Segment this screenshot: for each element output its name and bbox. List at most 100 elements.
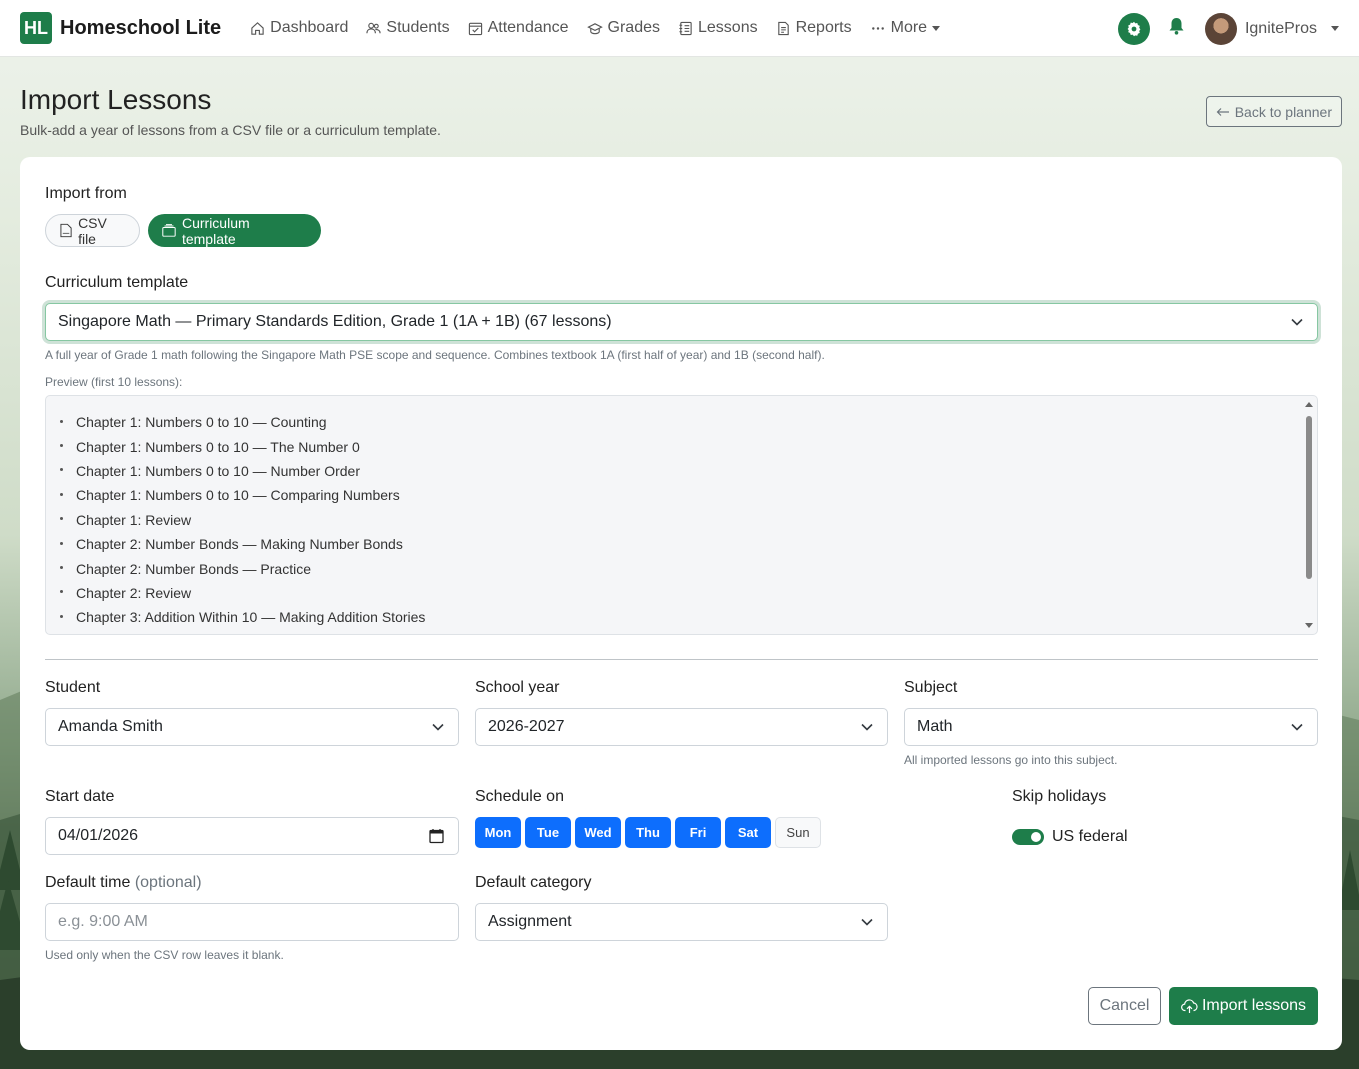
toggle-knob bbox=[1031, 832, 1041, 842]
bell-icon bbox=[1169, 18, 1184, 35]
three-dots-icon bbox=[871, 26, 884, 30]
list-item: Chapter 2: Number Bonds — Practice bbox=[60, 556, 425, 580]
brand-link[interactable]: HL Homeschool Lite bbox=[20, 12, 221, 44]
calendar-icon[interactable] bbox=[429, 828, 444, 844]
import-lessons-label: Import lessons bbox=[1201, 997, 1307, 1014]
default-category-label: Default category bbox=[475, 874, 592, 891]
preview-scrollbar[interactable] bbox=[1301, 396, 1317, 634]
default-category-select[interactable]: Assignment bbox=[475, 903, 888, 941]
student-select-value: Amanda Smith bbox=[58, 718, 163, 735]
schedule-label: Schedule on bbox=[475, 788, 564, 805]
file-text-icon bbox=[777, 21, 789, 35]
nav-links: Dashboard Students Attendance Grades Les… bbox=[241, 19, 949, 37]
section-divider bbox=[45, 659, 1318, 660]
day-toggle-sat[interactable]: Sat bbox=[725, 817, 771, 848]
template-label: Curriculum template bbox=[45, 274, 189, 291]
settings-button[interactable] bbox=[1117, 12, 1150, 45]
nav-item-label: Dashboard bbox=[270, 19, 349, 36]
nav-item-label: Lessons bbox=[698, 19, 758, 36]
list-item: Chapter 2: Number Bonds — Making Number … bbox=[60, 532, 425, 556]
brand-logo: HL bbox=[20, 12, 52, 44]
scroll-up-arrow[interactable] bbox=[1305, 402, 1313, 407]
day-toggle-wed[interactable]: Wed bbox=[575, 817, 621, 848]
start-date-value: 04/01/2026 bbox=[58, 827, 139, 844]
notifications-button[interactable] bbox=[1168, 17, 1185, 40]
holiday-toggle-label[interactable]: US federal bbox=[1052, 828, 1128, 846]
journal-icon bbox=[679, 21, 692, 35]
preview-label: Preview (first 10 lessons): bbox=[45, 375, 183, 389]
start-date-input[interactable]: 04/01/2026 bbox=[45, 817, 459, 855]
optional-hint: (optional) bbox=[134, 874, 202, 891]
subject-label: Subject bbox=[904, 679, 958, 696]
user-name[interactable]: IgnitePros bbox=[1245, 20, 1317, 38]
top-navbar: HL Homeschool Lite Dashboard Students At… bbox=[0, 0, 1359, 57]
template-select[interactable]: Singapore Math — Primary Standards Editi… bbox=[45, 303, 1318, 341]
preview-list: Chapter 1: Numbers 0 to 10 — Counting Ch… bbox=[60, 410, 425, 630]
nav-item-more[interactable]: More bbox=[870, 19, 941, 37]
source-csv-label: CSV file bbox=[78, 214, 107, 247]
nav-right: IgnitePros bbox=[1117, 0, 1339, 57]
people-icon bbox=[366, 22, 382, 33]
default-time-label: Default time (optional) bbox=[45, 874, 202, 891]
day-toggle-sun[interactable]: Sun bbox=[775, 817, 821, 848]
source-csv-option[interactable]: CSV file bbox=[45, 214, 140, 247]
nav-item-label: More bbox=[890, 19, 928, 36]
subject-select[interactable]: Math bbox=[904, 708, 1318, 746]
nav-item-grades[interactable]: Grades bbox=[586, 19, 660, 37]
nav-item-attendance[interactable]: Attendance bbox=[468, 19, 569, 37]
subject-help: All imported lessons go into this subjec… bbox=[904, 753, 1118, 767]
chevron-down-icon bbox=[861, 918, 873, 926]
avatar[interactable] bbox=[1204, 12, 1237, 45]
list-item: Chapter 1: Numbers 0 to 10 — Counting bbox=[60, 410, 425, 434]
chevron-down-icon bbox=[1291, 318, 1303, 326]
nav-item-students[interactable]: Students bbox=[366, 19, 450, 37]
brand-name: Homeschool Lite bbox=[60, 16, 222, 39]
collection-icon bbox=[162, 224, 176, 237]
scroll-thumb[interactable] bbox=[1306, 416, 1312, 579]
subject-select-value: Math bbox=[917, 718, 953, 735]
day-toggle-mon[interactable]: Mon bbox=[475, 817, 521, 848]
default-time-input[interactable]: e.g. 9:00 AM bbox=[45, 903, 459, 941]
file-csv-icon bbox=[60, 223, 72, 238]
page-title: Import Lessons bbox=[20, 84, 212, 115]
default-category-value: Assignment bbox=[488, 913, 572, 930]
template-select-value: Singapore Math — Primary Standards Editi… bbox=[58, 313, 612, 330]
holiday-toggle-switch[interactable] bbox=[1012, 829, 1044, 845]
school-year-select-value: 2026-2027 bbox=[488, 718, 565, 735]
user-menu-caret-icon[interactable] bbox=[1331, 26, 1339, 31]
arrow-left-icon bbox=[1216, 107, 1229, 116]
nav-item-dashboard[interactable]: Dashboard bbox=[250, 19, 348, 37]
day-toggle-tue[interactable]: Tue bbox=[525, 817, 571, 848]
source-template-label: Curriculum template bbox=[181, 214, 250, 247]
source-template-option[interactable]: Curriculum template bbox=[148, 214, 321, 247]
template-help: A full year of Grade 1 math following th… bbox=[45, 348, 825, 362]
student-select[interactable]: Amanda Smith bbox=[45, 708, 459, 746]
nav-item-label: Attendance bbox=[487, 19, 569, 36]
scroll-down-arrow[interactable] bbox=[1305, 623, 1313, 628]
import-lessons-button[interactable]: Import lessons bbox=[1169, 987, 1318, 1025]
cancel-button[interactable]: Cancel bbox=[1088, 987, 1161, 1025]
school-year-label: School year bbox=[475, 679, 560, 696]
house-icon bbox=[251, 21, 264, 35]
list-item: Chapter 1: Numbers 0 to 10 — Comparing N… bbox=[60, 483, 425, 507]
day-toggle-thu[interactable]: Thu bbox=[625, 817, 671, 848]
start-date-label: Start date bbox=[45, 788, 115, 805]
page-subtitle: Bulk-add a year of lessons from a CSV fi… bbox=[20, 122, 441, 138]
nav-item-label: Reports bbox=[795, 19, 852, 36]
back-to-planner-button[interactable]: Back to planner bbox=[1205, 96, 1342, 127]
calendar-check-icon bbox=[468, 22, 482, 35]
nav-item-label: Students bbox=[386, 19, 450, 36]
student-label: Student bbox=[45, 679, 101, 696]
nav-item-reports[interactable]: Reports bbox=[776, 19, 852, 37]
back-to-planner-label: Back to planner bbox=[1234, 103, 1332, 120]
list-item: Chapter 2: Review bbox=[60, 581, 425, 605]
nav-item-label: Grades bbox=[607, 19, 660, 36]
chevron-down-icon bbox=[432, 723, 444, 731]
default-time-help: Used only when the CSV row leaves it bla… bbox=[45, 948, 284, 962]
page-header: Import Lessons Bulk-add a year of lesson… bbox=[20, 84, 441, 138]
school-year-select[interactable]: 2026-2027 bbox=[475, 708, 888, 746]
nav-item-lessons[interactable]: Lessons bbox=[678, 19, 758, 37]
preview-list-box[interactable]: Chapter 1: Numbers 0 to 10 — Counting Ch… bbox=[45, 395, 1318, 635]
day-toggle-fri[interactable]: Fri bbox=[675, 817, 721, 848]
list-item: Chapter 1: Numbers 0 to 10 — The Number … bbox=[60, 434, 425, 458]
